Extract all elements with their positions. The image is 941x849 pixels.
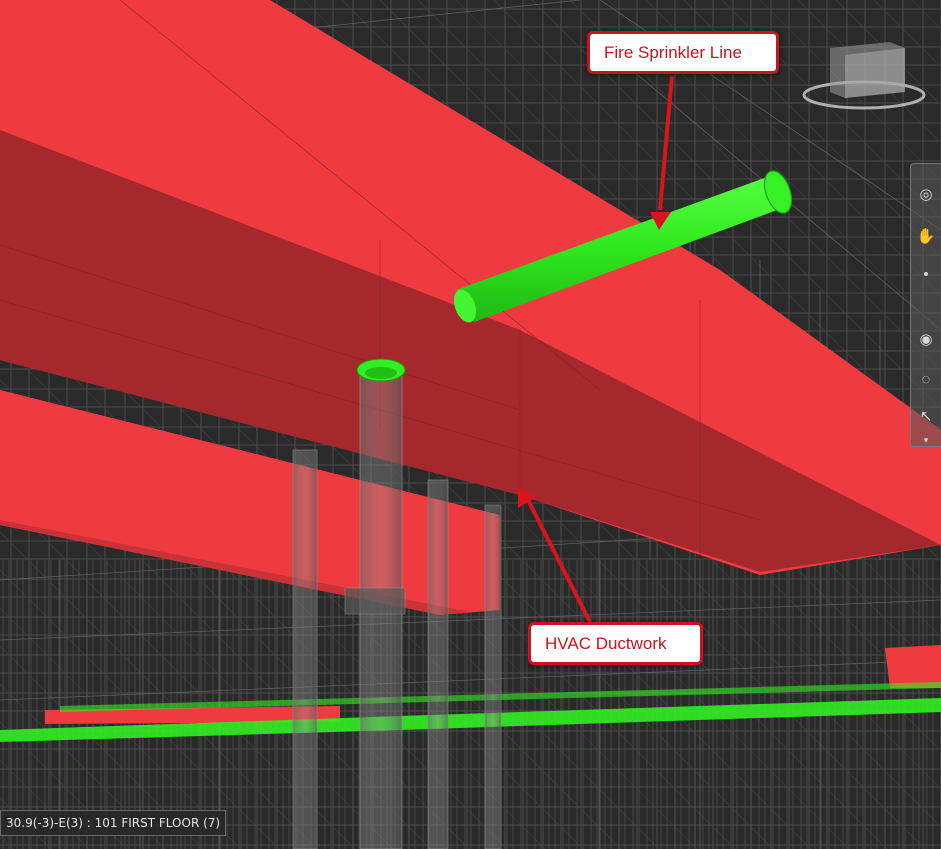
select-icon[interactable]: ↖ [915,406,937,428]
pan-icon[interactable]: ✋ [915,226,937,248]
hvac-duct-right [885,645,941,688]
sprinkler-riser-cap-inner [365,367,397,379]
steering-wheel-icon[interactable]: ◎ [915,184,937,206]
orbit-icon[interactable]: ◉ [915,329,937,351]
fire-sprinkler-callout: Fire Sprinkler Line [587,31,779,74]
zoom-icon[interactable]: • [915,264,937,286]
expand-icon[interactable]: ▾ [915,429,937,451]
3d-viewport[interactable]: Fire Sprinkler Line HVAC Ductwork ◎ ✋ • … [0,0,941,849]
navigation-bar: ◎ ✋ • ◉ ◌ ↖ ▾ [910,163,941,447]
selection-status-bar: 30.9(-3)-E(3) : 101 FIRST FLOOR (7) [0,810,227,836]
look-icon[interactable]: ◌ [915,369,937,391]
model-scene[interactable] [0,0,941,849]
hvac-ductwork-callout: HVAC Ductwork [528,622,703,665]
